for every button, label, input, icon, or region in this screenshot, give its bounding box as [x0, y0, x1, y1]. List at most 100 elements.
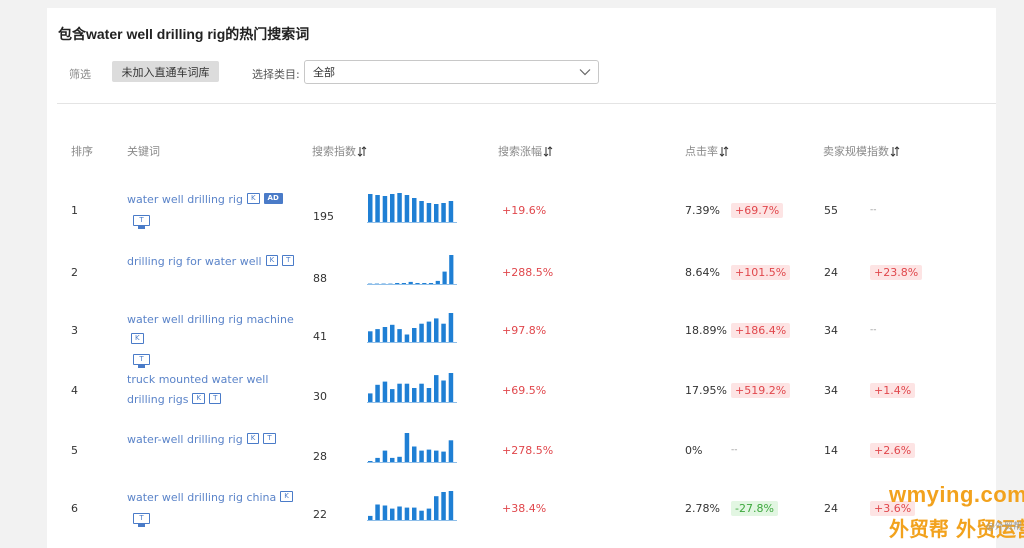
- row-seller-change: +2.6%: [870, 443, 915, 458]
- watermark-mark: @外贸帮: [986, 519, 1022, 532]
- trend-bar: [434, 375, 439, 402]
- row-seller-change: +23.8%: [870, 265, 922, 280]
- terminal-badge-t[interactable]: T: [133, 215, 150, 229]
- category-select[interactable]: 全部: [304, 60, 599, 84]
- trend-bar: [397, 329, 402, 342]
- trend-bar: [397, 507, 402, 521]
- trend-bar: [427, 203, 432, 222]
- keyword-badge-t[interactable]: T: [282, 255, 294, 266]
- row-keyword: water-well drilling rig KT: [127, 428, 302, 448]
- row-ctr: 18.89%: [685, 324, 727, 337]
- filter-label: 筛选: [69, 66, 91, 82]
- trend-bar: [402, 283, 406, 284]
- trend-bar: [390, 325, 395, 342]
- keyword-link[interactable]: drilling rig for water well: [127, 255, 262, 268]
- trend-bar: [419, 384, 424, 402]
- row-seller-scale: 34: [824, 324, 838, 337]
- keyword-badge-k[interactable]: K: [247, 193, 260, 204]
- row-trend-sparkline: [367, 191, 459, 223]
- trend-bar: [427, 450, 432, 462]
- trend-bar: [375, 385, 380, 402]
- row-seller-scale: 24: [824, 266, 838, 279]
- header-search-index[interactable]: 搜索指数: [312, 143, 367, 159]
- terminal-badge-label: T: [133, 215, 150, 226]
- filter-chip-not-added[interactable]: 未加入直通车词库: [112, 61, 219, 82]
- trend-bar: [405, 433, 410, 462]
- keyword-badge-t[interactable]: T: [209, 393, 221, 404]
- row-search-index: 28: [313, 450, 327, 463]
- row-search-growth: +97.8%: [502, 324, 546, 337]
- row-ctr-change: +101.5%: [731, 265, 790, 280]
- ad-badge[interactable]: AD: [264, 193, 283, 204]
- trend-bar: [383, 506, 388, 521]
- trend-bar: [419, 511, 424, 520]
- trend-bar: [390, 389, 395, 402]
- trend-bar: [412, 328, 417, 342]
- header-rank: 排序: [71, 143, 93, 159]
- keyword-link[interactable]: water well drilling rig machine: [127, 313, 294, 326]
- trend-bar: [441, 324, 446, 342]
- row-search-growth: +288.5%: [502, 266, 553, 279]
- row-seller-change: --: [870, 325, 877, 335]
- trend-bar: [449, 373, 454, 402]
- keyword-badge-t[interactable]: T: [263, 433, 275, 444]
- trend-bar: [405, 508, 410, 520]
- row-keyword: water well drilling rig K AD T: [127, 188, 302, 230]
- trend-bar: [383, 327, 388, 342]
- terminal-badge-t[interactable]: T: [133, 513, 150, 527]
- header-ctr[interactable]: 点击率: [685, 143, 729, 159]
- terminal-badge-t[interactable]: T: [133, 354, 150, 368]
- row-ctr: 2.78%: [685, 502, 720, 515]
- trend-bar: [419, 451, 424, 462]
- chevron-down-icon: [579, 66, 591, 78]
- row-rank: 6: [71, 502, 78, 515]
- row-keyword: drilling rig for water well KT: [127, 250, 302, 270]
- trend-bar: [449, 255, 453, 284]
- trend-bar: [412, 508, 417, 520]
- row-ctr: 17.95%: [685, 384, 727, 397]
- trend-bar: [443, 272, 447, 284]
- row-seller-scale: 34: [824, 384, 838, 397]
- trend-bar: [429, 283, 433, 284]
- keyword-badge-k[interactable]: K: [247, 433, 260, 444]
- trend-bar: [434, 496, 439, 520]
- row-search-growth: +69.5%: [502, 384, 546, 397]
- trend-bar: [449, 313, 454, 342]
- trend-bar: [422, 283, 426, 284]
- terminal-badge-label: T: [133, 513, 150, 524]
- trend-bar: [427, 322, 432, 342]
- row-ctr-change: +519.2%: [731, 383, 790, 398]
- sort-icon: [719, 146, 729, 157]
- trend-bar: [412, 447, 417, 463]
- header-seller-scale[interactable]: 卖家规模指数: [823, 143, 900, 159]
- trend-bar: [412, 388, 417, 402]
- trend-bar: [395, 283, 399, 284]
- trend-bar: [434, 451, 439, 462]
- row-trend-sparkline: [367, 253, 459, 285]
- header-search-growth[interactable]: 搜索涨幅: [498, 143, 553, 159]
- trend-bar: [434, 318, 439, 342]
- trend-bar: [405, 384, 410, 402]
- row-trend-sparkline: [367, 431, 459, 463]
- trend-bar: [409, 282, 413, 284]
- keyword-badge-k[interactable]: K: [131, 333, 144, 344]
- trend-bar: [415, 283, 419, 284]
- row-search-index: 22: [313, 508, 327, 521]
- keyword-link[interactable]: water-well drilling rig: [127, 433, 243, 446]
- row-seller-change: +1.4%: [870, 383, 915, 398]
- keyword-link[interactable]: water well drilling rig china: [127, 491, 276, 504]
- trend-bar: [368, 393, 373, 402]
- trend-bar: [405, 335, 410, 343]
- trend-bar: [375, 329, 380, 342]
- trend-bar: [397, 457, 402, 462]
- keyword-badge-k[interactable]: K: [280, 491, 293, 502]
- row-ctr: 7.39%: [685, 204, 720, 217]
- keyword-badge-k[interactable]: K: [192, 393, 205, 404]
- row-search-growth: +38.4%: [502, 502, 546, 515]
- row-trend-sparkline: [367, 371, 459, 403]
- row-search-index: 41: [313, 330, 327, 343]
- trend-bar: [419, 201, 424, 222]
- keyword-badge-k[interactable]: K: [266, 255, 279, 266]
- keyword-link[interactable]: water well drilling rig: [127, 193, 243, 206]
- row-seller-scale: 55: [824, 204, 838, 217]
